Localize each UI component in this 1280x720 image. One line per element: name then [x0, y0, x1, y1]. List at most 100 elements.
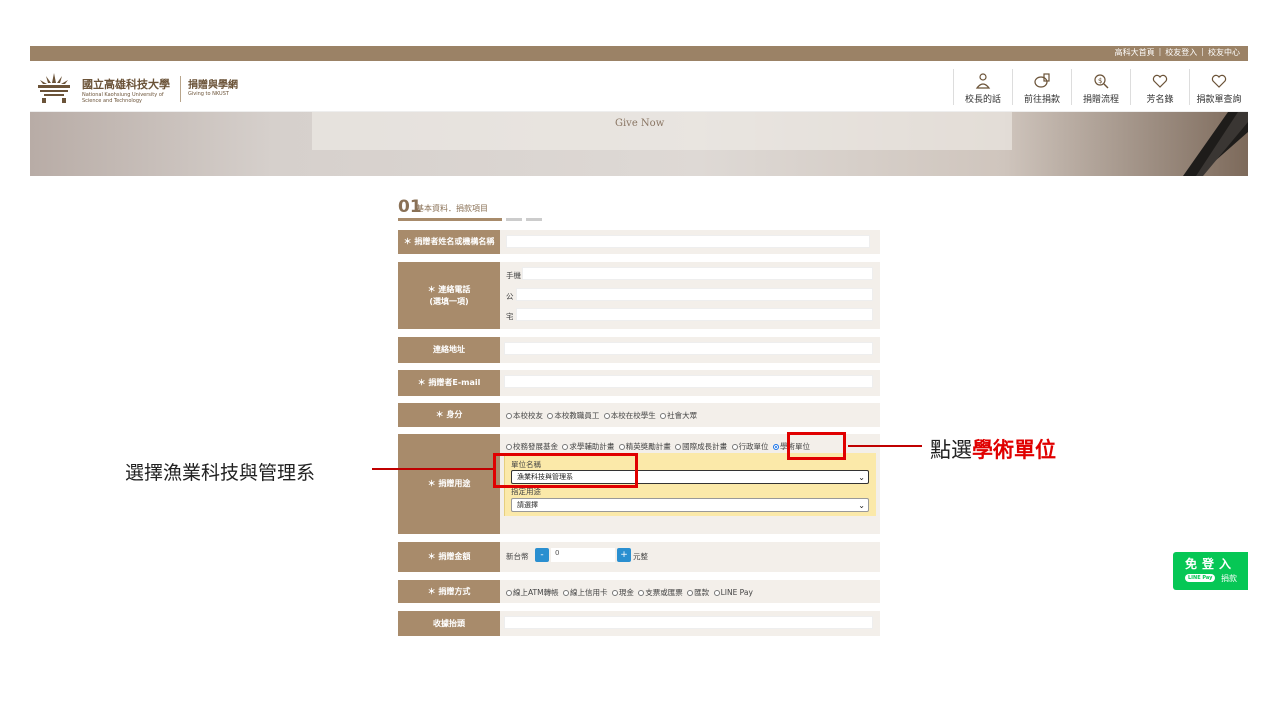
- radio-button[interactable]: [675, 444, 682, 450]
- field-label: ＊ 連絡電話 (選填一項): [398, 262, 500, 329]
- form-row-name: ＊ 捐贈者姓名或機構名稱: [398, 230, 880, 254]
- nav-label: 前往捐款: [1023, 95, 1060, 105]
- home-phone-label: 宅: [506, 312, 514, 321]
- annotation-line-right: [848, 445, 922, 447]
- purpose-option: 精英獎勵計畫: [625, 442, 671, 451]
- site-name-cn: 捐贈與學網: [188, 80, 238, 91]
- field-label: ＊ 捐贈者E-mail: [398, 370, 500, 396]
- nav-donate[interactable]: 前往捐款: [1012, 69, 1071, 105]
- top-link-alumni-login[interactable]: 校友登入: [1165, 47, 1197, 58]
- radio-button[interactable]: [563, 590, 569, 596]
- field-label: ＊ 捐贈者姓名或機構名稱: [398, 230, 500, 254]
- email-input[interactable]: [504, 375, 873, 388]
- coin-icon: [1034, 73, 1050, 88]
- form-row-phone: ＊ 連絡電話 (選填一項) 手機 公 宅: [398, 262, 880, 329]
- form-row-method: ＊ 捐贈方式 線上ATM轉帳 線上信用卡 現金 支票或匯票 匯款 LINE Pa…: [398, 580, 880, 603]
- logo-divider: [180, 76, 181, 102]
- radio-button[interactable]: [660, 413, 667, 419]
- top-utility-bar: 高科大首頁 | 校友登入 | 校友中心: [30, 46, 1248, 61]
- line-widget-title: 免登入: [1185, 557, 1237, 571]
- field-label: ＊ 捐贈用途: [398, 434, 500, 534]
- radio-button[interactable]: [603, 413, 610, 419]
- highlight-unit-select: [493, 453, 638, 488]
- method-option: 現金: [618, 588, 634, 597]
- field-label: ＊ 捐贈方式: [398, 580, 500, 603]
- top-link-home[interactable]: 高科大首頁: [1115, 47, 1155, 58]
- donor-name-input[interactable]: [506, 235, 870, 248]
- method-option: 線上信用卡: [570, 588, 608, 597]
- annotation-line-left: [372, 468, 493, 470]
- radio-button[interactable]: [731, 444, 738, 450]
- office-phone-label: 公: [506, 292, 514, 301]
- radio-button[interactable]: [506, 590, 512, 596]
- use-select[interactable]: 請選擇 ⌄: [511, 498, 869, 512]
- radio-button[interactable]: [506, 444, 512, 450]
- line-pay-widget[interactable]: 免登入 LINE Pay 捐款: [1173, 552, 1248, 590]
- nav-president-message[interactable]: 校長的話: [953, 69, 1012, 105]
- address-input[interactable]: [504, 342, 873, 355]
- chevron-down-icon: ⌄: [858, 473, 865, 482]
- svg-text:$: $: [1098, 77, 1102, 85]
- office-phone-input[interactable]: [516, 288, 873, 301]
- site-name-en: Giving to NKUST: [188, 91, 229, 97]
- identity-option: 本校在校學生: [610, 411, 656, 420]
- main-nav: 校長的話 前往捐款 $ 捐贈流程 芳名錄 捐款單查詢: [953, 69, 1248, 105]
- radio-button[interactable]: [638, 590, 645, 596]
- form-row-amount: ＊ 捐贈金額 新台幣 - 0 + 元整: [398, 542, 880, 572]
- radio-button[interactable]: [687, 590, 694, 596]
- field-label: ＊ 身分: [398, 403, 500, 427]
- logo-text[interactable]: 國立高雄科技大學 National Kaohsiung University o…: [82, 76, 180, 104]
- radio-button[interactable]: [547, 413, 554, 419]
- radio-button-selected[interactable]: [772, 444, 779, 450]
- home-phone-input[interactable]: [516, 308, 873, 321]
- nav-label: 校長的話: [964, 95, 1001, 105]
- site-header: 國立高雄科技大學 National Kaohsiung University o…: [30, 61, 1248, 112]
- nav-donation-lookup[interactable]: 捐款單查詢: [1189, 69, 1248, 105]
- form-row-receipt: 收據抬頭: [398, 611, 880, 636]
- mobile-input[interactable]: [522, 267, 873, 280]
- identity-option: 本校教職員工: [554, 411, 600, 420]
- line-pay-badge: LINE Pay: [1185, 574, 1216, 582]
- purpose-option: 校務發展基金: [513, 442, 558, 451]
- top-links: 高科大首頁 | 校友登入 | 校友中心: [1114, 47, 1240, 58]
- top-link-alumni-center[interactable]: 校友中心: [1208, 47, 1240, 58]
- radio-button[interactable]: [618, 444, 625, 450]
- university-emblem-icon: [38, 73, 70, 103]
- form-row-identity: ＊ 身分 本校校友 本校教職員工 本校在校學生 社會大眾: [398, 403, 880, 427]
- method-option: LINE Pay: [720, 588, 753, 597]
- radio-button[interactable]: [506, 413, 512, 419]
- nav-label: 芳名錄: [1146, 95, 1174, 105]
- identity-option: 本校校友: [513, 411, 543, 420]
- radio-button[interactable]: [562, 444, 569, 450]
- site-name[interactable]: 捐贈與學網 Giving to NKUST: [188, 76, 238, 97]
- pen-image-icon: [1183, 112, 1248, 176]
- purpose-option: 求學輔助計畫: [569, 442, 615, 451]
- amount-prefix: 新台幣: [506, 552, 529, 561]
- nav-donation-process[interactable]: $ 捐贈流程: [1071, 69, 1130, 105]
- use-select-value: 請選擇: [517, 501, 538, 509]
- amount-input[interactable]: 0: [551, 548, 615, 562]
- annotation-click-academic-unit: 點選學術單位: [930, 434, 1056, 464]
- method-radio-group: 線上ATM轉帳 線上信用卡 現金 支票或匯票 匯款 LINE Pay: [504, 587, 753, 598]
- phone-note: (選填一項): [429, 296, 469, 306]
- nav-label: 捐贈流程: [1082, 95, 1119, 105]
- receipt-title-input[interactable]: [504, 616, 873, 629]
- radio-button[interactable]: [713, 590, 720, 596]
- hero-banner: Give Now: [30, 112, 1248, 176]
- field-label: 收據抬頭: [398, 611, 500, 636]
- form-row-email: ＊ 捐贈者E-mail: [398, 370, 880, 396]
- person-icon: [975, 73, 991, 89]
- line-widget-donate: 捐款: [1221, 574, 1237, 583]
- banner-title: Give Now: [615, 118, 665, 129]
- radio-button[interactable]: [611, 590, 618, 596]
- highlight-academic-unit: [787, 432, 846, 460]
- decrease-amount-button[interactable]: -: [535, 548, 549, 562]
- logo-name-cn: 國立高雄科技大學: [82, 78, 170, 91]
- heart-hands-icon: [1211, 74, 1227, 88]
- annotation-highlight: 學術單位: [972, 437, 1056, 462]
- step-progress: [506, 218, 522, 221]
- identity-option: 社會大眾: [667, 411, 698, 420]
- purpose-radio-group: 校務發展基金 求學輔助計畫 精英獎勵計畫 國際成長計畫 行政單位 學術單位: [504, 441, 810, 452]
- increase-amount-button[interactable]: +: [617, 548, 631, 562]
- nav-donor-list[interactable]: 芳名錄: [1130, 69, 1189, 105]
